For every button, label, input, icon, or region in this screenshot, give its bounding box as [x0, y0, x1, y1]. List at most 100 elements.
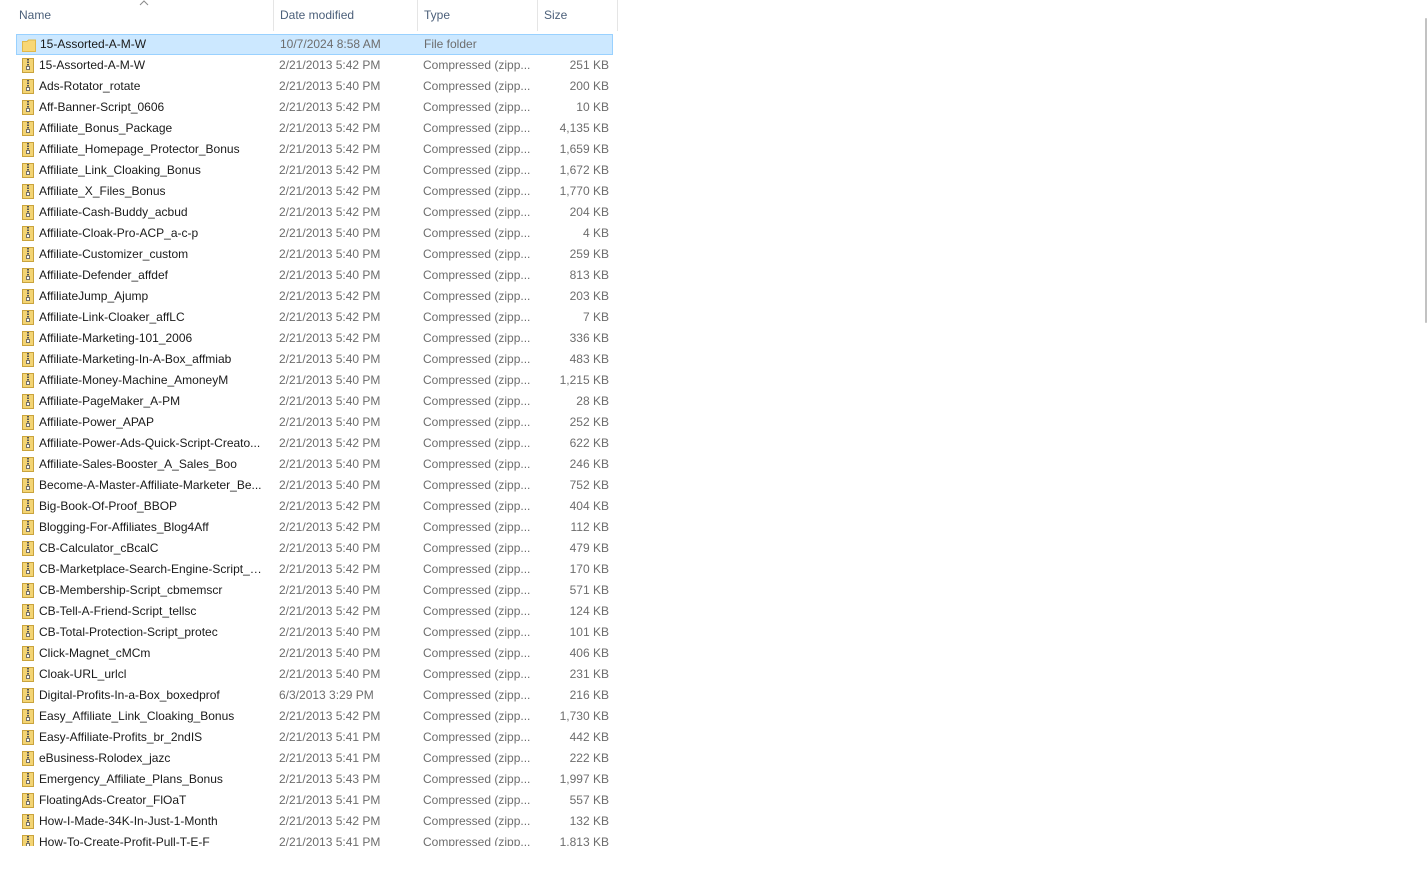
zip-icon — [21, 349, 35, 370]
file-row[interactable]: How-I-Made-34K-In-Just-1-Month 2/21/2013 … — [16, 811, 613, 832]
file-size: 1,215 KB — [559, 373, 609, 387]
file-row[interactable]: Ads-Rotator_rotate 2/21/2013 5:40 PM Compr… — [16, 76, 613, 97]
file-size: 203 KB — [569, 289, 609, 303]
zip-icon — [21, 244, 35, 265]
file-date-modified: 2/21/2013 5:40 PM — [279, 667, 381, 681]
file-row[interactable]: Aff-Banner-Script_0606 2/21/2013 5:42 PM C… — [16, 97, 613, 118]
file-date-modified: 2/21/2013 5:40 PM — [279, 625, 381, 639]
file-name: Affiliate-Customizer_custom — [39, 247, 189, 261]
file-row[interactable]: Affiliate-Power-Ads-Quick-Script-Creato.… — [16, 433, 613, 454]
file-size: 10 KB — [576, 100, 609, 114]
file-type: Compressed (zipp... — [423, 373, 531, 387]
column-header-bar: Name Date modified Type Size — [0, 0, 618, 31]
file-row[interactable]: FloatingAds-Creator_FlOaT 2/21/2013 5:41 … — [16, 790, 613, 811]
scrollbar-thumb[interactable] — [1425, 18, 1427, 323]
zip-icon — [21, 706, 35, 727]
file-row[interactable]: Affiliate-Sales-Booster_A_Sales_Boo 2/21/… — [16, 454, 613, 475]
column-header-type[interactable]: Type — [418, 0, 538, 31]
file-row[interactable]: 15-Assorted-A-M-W 2/21/2013 5:42 PM Compre… — [16, 55, 613, 76]
file-row[interactable]: Affiliate_Bonus_Package 2/21/2013 5:42 PM… — [16, 118, 613, 139]
file-type: Compressed (zipp... — [423, 184, 531, 198]
file-name: Affiliate_Homepage_Protector_Bonus — [39, 142, 240, 156]
file-name: Affiliate_X_Files_Bonus — [39, 184, 166, 198]
zip-icon — [21, 55, 35, 76]
file-row[interactable]: Affiliate-Cash-Buddy_acbud 2/21/2013 5:42… — [16, 202, 613, 223]
file-type: Compressed (zipp... — [423, 583, 531, 597]
file-name: Affiliate-Power_APAP — [39, 415, 154, 429]
file-row[interactable]: CB-Tell-A-Friend-Script_tellsc 2/21/2013 … — [16, 601, 613, 622]
file-name: Affiliate_Bonus_Package — [39, 121, 173, 135]
file-row[interactable]: CB-Membership-Script_cbmemscr 2/21/2013 5… — [16, 580, 613, 601]
folder-icon — [22, 35, 36, 54]
zip-icon — [21, 76, 35, 97]
file-type: Compressed (zipp... — [423, 667, 531, 681]
file-row[interactable]: Blogging-For-Affiliates_Blog4Aff 2/21/201… — [16, 517, 613, 538]
file-row[interactable]: Emergency_Affiliate_Plans_Bonus 2/21/2013… — [16, 769, 613, 790]
file-row[interactable]: Affiliate-Money-Machine_AmoneyM 2/21/2013… — [16, 370, 613, 391]
file-type: Compressed (zipp... — [423, 289, 531, 303]
file-row[interactable]: 15-Assorted-A-M-W 10/7/2024 8:58 AM File f… — [16, 34, 613, 55]
file-row[interactable]: Click-Magnet_cMCm 2/21/2013 5:40 PM Compre… — [16, 643, 613, 664]
zip-icon — [21, 517, 35, 538]
file-row[interactable]: CB-Total-Protection-Script_protec 2/21/20… — [16, 622, 613, 643]
file-row[interactable]: Easy_Affiliate_Link_Cloaking_Bonus 2/21/2… — [16, 706, 613, 727]
file-type: Compressed (zipp... — [423, 205, 531, 219]
file-list: 15-Assorted-A-M-W 10/7/2024 8:58 AM File f… — [0, 34, 618, 846]
file-row[interactable]: Cloak-URL_urlcl 2/21/2013 5:40 PM Compress… — [16, 664, 613, 685]
column-header-name[interactable]: Name — [0, 0, 274, 31]
file-name: Affiliate-PageMaker_A-PM — [39, 394, 181, 408]
file-type: Compressed (zipp... — [423, 541, 531, 555]
column-header-size[interactable]: Size — [538, 0, 618, 31]
file-type: Compressed (zipp... — [423, 226, 531, 240]
file-row[interactable]: Affiliate-Customizer_custom 2/21/2013 5:4… — [16, 244, 613, 265]
file-row[interactable]: CB-Calculator_cBcalC 2/21/2013 5:40 PM Com… — [16, 538, 613, 559]
file-row[interactable]: Affiliate-Power_APAP 2/21/2013 5:40 PM Com… — [16, 412, 613, 433]
file-date-modified: 2/21/2013 5:42 PM — [279, 310, 381, 324]
zip-icon — [21, 790, 35, 811]
file-date-modified: 6/3/2013 3:29 PM — [279, 688, 374, 702]
file-name: 15-Assorted-A-M-W — [39, 58, 146, 72]
file-date-modified: 2/21/2013 5:42 PM — [279, 289, 381, 303]
file-type: Compressed (zipp... — [423, 604, 531, 618]
file-size: 246 KB — [569, 457, 609, 471]
zip-icon — [21, 832, 35, 846]
file-row[interactable]: CB-Marketplace-Search-Engine-Script_sc..… — [16, 559, 613, 580]
vertical-scrollbar[interactable] — [1422, 0, 1428, 869]
column-header-name-label: Name — [19, 8, 52, 22]
file-type: Compressed (zipp... — [423, 331, 531, 345]
file-date-modified: 2/21/2013 5:42 PM — [279, 184, 381, 198]
file-name: Affiliate-Power-Ads-Quick-Script-Creato.… — [39, 436, 261, 450]
file-row[interactable]: Affiliate-Link-Cloaker_affLC 2/21/2013 5:… — [16, 307, 613, 328]
file-name: CB-Membership-Script_cbmemscr — [39, 583, 223, 597]
file-type: Compressed (zipp... — [423, 478, 531, 492]
file-row[interactable]: Affiliate_X_Files_Bonus 2/21/2013 5:42 PM… — [16, 181, 613, 202]
file-type: Compressed (zipp... — [423, 835, 531, 846]
file-name: eBusiness-Rolodex_jazc — [39, 751, 171, 765]
zip-icon — [21, 664, 35, 685]
file-row[interactable]: Affiliate-Cloak-Pro-ACP_a-c-p 2/21/2013 5… — [16, 223, 613, 244]
file-row[interactable]: Affiliate-Marketing-101_2006 2/21/2013 5:… — [16, 328, 613, 349]
file-date-modified: 2/21/2013 5:40 PM — [279, 247, 381, 261]
file-type: Compressed (zipp... — [423, 436, 531, 450]
file-row[interactable]: Digital-Profits-In-a-Box_boxedprof 6/3/20… — [16, 685, 613, 706]
file-row[interactable]: Affiliate-Marketing-In-A-Box_affmiab 2/21… — [16, 349, 613, 370]
file-row[interactable]: Easy-Affiliate-Profits_br_2ndIS 2/21/2013… — [16, 727, 613, 748]
file-row[interactable]: AffiliateJump_Ajump 2/21/2013 5:42 PM Comp… — [16, 286, 613, 307]
file-name: Affiliate-Money-Machine_AmoneyM — [39, 373, 229, 387]
zip-icon — [21, 811, 35, 832]
file-name: Aff-Banner-Script_0606 — [39, 100, 165, 114]
file-size: 442 KB — [569, 730, 609, 744]
file-row[interactable]: Become-A-Master-Affiliate-Marketer_Be...… — [16, 475, 613, 496]
file-row[interactable]: Big-Book-Of-Proof_BBOP 2/21/2013 5:42 PM C… — [16, 496, 613, 517]
column-header-date[interactable]: Date modified — [274, 0, 418, 31]
file-date-modified: 2/21/2013 5:40 PM — [279, 373, 381, 387]
file-row[interactable]: Affiliate-Defender_affdef 2/21/2013 5:40 … — [16, 265, 613, 286]
zip-icon — [21, 265, 35, 286]
file-row[interactable]: eBusiness-Rolodex_jazc 2/21/2013 5:41 PM C… — [16, 748, 613, 769]
file-row[interactable]: How-To-Create-Profit-Pull-T-E-F 2/21/2013… — [16, 832, 613, 846]
file-size: 752 KB — [569, 478, 609, 492]
file-row[interactable]: Affiliate_Link_Cloaking_Bonus 2/21/2013 5… — [16, 160, 613, 181]
file-row[interactable]: Affiliate-PageMaker_A-PM 2/21/2013 5:40 P… — [16, 391, 613, 412]
file-name: How-To-Create-Profit-Pull-T-E-F — [39, 835, 210, 846]
file-row[interactable]: Affiliate_Homepage_Protector_Bonus 2/21/2… — [16, 139, 613, 160]
